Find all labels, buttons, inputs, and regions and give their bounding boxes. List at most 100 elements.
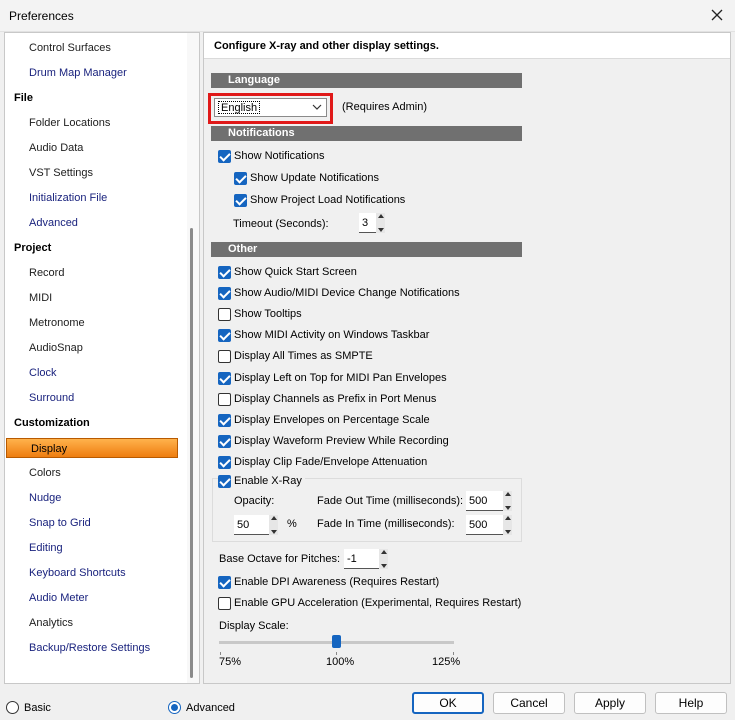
display-left-on-top-for-midi-pan-envelopes-checkbox[interactable]: Display Left on Top for MIDI Pan Envelop… xyxy=(218,370,447,386)
nav-item-metronome[interactable]: Metronome xyxy=(5,313,185,333)
nav-item-folder-locations[interactable]: Folder Locations xyxy=(5,113,185,133)
show-update-notifications-label: Show Update Notifications xyxy=(250,172,380,184)
opacity-spinner[interactable]: 50 xyxy=(234,515,278,535)
section-language: Language xyxy=(211,73,522,88)
basic-mode-label: Basic xyxy=(24,701,51,714)
nav-item-drum-map-manager[interactable]: Drum Map Manager xyxy=(5,63,185,83)
display-all-times-as-smpte-checkbox[interactable]: Display All Times as SMPTE xyxy=(218,348,373,364)
nav-item-nudge[interactable]: Nudge xyxy=(5,488,185,508)
fade-out-spinner[interactable]: 500 xyxy=(466,491,512,511)
opacity-value: 50 xyxy=(234,515,269,535)
nav-item-audiosnap[interactable]: AudioSnap xyxy=(5,338,185,358)
nav-category-customization[interactable]: Customization xyxy=(5,413,185,433)
close-icon[interactable] xyxy=(707,5,727,25)
display-left-on-top-for-midi-pan-envelopes-label: Display Left on Top for MIDI Pan Envelop… xyxy=(234,372,447,384)
timeout-spinner[interactable]: 3 xyxy=(359,213,385,233)
nav-category-file[interactable]: File xyxy=(5,88,185,108)
fade-in-label: Fade In Time (milliseconds): xyxy=(317,518,455,530)
nav-item-vst-settings[interactable]: VST Settings xyxy=(5,163,185,183)
apply-button[interactable]: Apply xyxy=(574,692,646,714)
ok-button[interactable]: OK xyxy=(412,692,484,714)
language-selected-value: English xyxy=(218,101,261,114)
language-select[interactable]: English xyxy=(214,98,327,117)
nav-item-analytics[interactable]: Analytics xyxy=(5,613,185,633)
show-midi-activity-on-windows-taskbar-label: Show MIDI Activity on Windows Taskbar xyxy=(234,329,430,341)
display-envelopes-on-percentage-scale-label: Display Envelopes on Percentage Scale xyxy=(234,414,430,426)
cancel-button[interactable]: Cancel xyxy=(493,692,565,714)
panel-header: Configure X-ray and other display settin… xyxy=(204,33,730,59)
basic-mode-radio[interactable]: Basic xyxy=(6,701,51,714)
checkbox-box xyxy=(218,434,231,448)
section-notifications: Notifications xyxy=(211,126,522,141)
help-button[interactable]: Help xyxy=(655,692,727,714)
display-scale-thumb[interactable] xyxy=(332,635,341,648)
nav-category-project[interactable]: Project xyxy=(5,238,185,258)
display-all-times-as-smpte-label: Display All Times as SMPTE xyxy=(234,350,373,362)
checkbox-box xyxy=(218,307,231,321)
scale-max-label: 125% xyxy=(432,656,461,668)
nav-item-snap-to-grid[interactable]: Snap to Grid xyxy=(5,513,185,533)
display-channels-as-prefix-in-port-menus-checkbox[interactable]: Display Channels as Prefix in Port Menus xyxy=(218,391,436,407)
display-waveform-preview-while-recording-checkbox[interactable]: Display Waveform Preview While Recording xyxy=(218,433,449,449)
show-midi-activity-on-windows-taskbar-checkbox[interactable]: Show MIDI Activity on Windows Taskbar xyxy=(218,327,429,343)
enable-dpi-awareness-checkbox[interactable]: Enable DPI Awareness (Requires Restart) xyxy=(218,574,439,590)
spinner-arrows-icon[interactable] xyxy=(503,515,512,535)
nav-item-backup-restore-settings[interactable]: Backup/Restore Settings xyxy=(5,638,185,658)
advanced-mode-radio[interactable]: Advanced xyxy=(168,701,235,714)
radio-dot xyxy=(168,701,181,714)
fade-in-spinner[interactable]: 500 xyxy=(466,515,512,535)
show-tooltips-checkbox[interactable]: Show Tooltips xyxy=(218,306,302,322)
nav-item-clock[interactable]: Clock xyxy=(5,363,185,383)
opacity-unit: % xyxy=(287,518,297,530)
nav-item-midi[interactable]: MIDI xyxy=(5,288,185,308)
nav-item-record[interactable]: Record xyxy=(5,263,185,283)
window-title: Preferences xyxy=(9,9,74,23)
display-clip-fade-envelope-attenuation-checkbox[interactable]: Display Clip Fade/Envelope Attenuation xyxy=(218,454,427,470)
nav-item-audio-meter[interactable]: Audio Meter xyxy=(5,588,185,608)
show-notifications-checkbox[interactable]: Show Notifications xyxy=(218,148,325,164)
checkbox-box xyxy=(218,392,231,406)
enable-xray-checkbox[interactable]: Enable X-Ray xyxy=(218,473,305,489)
nav-item-initialization-file[interactable]: Initialization File xyxy=(5,188,185,208)
checkbox-box xyxy=(218,371,231,385)
display-clip-fade-envelope-attenuation-label: Display Clip Fade/Envelope Attenuation xyxy=(234,456,428,468)
spinner-arrows-icon[interactable] xyxy=(269,515,278,535)
enable-gpu-acceleration-checkbox[interactable]: Enable GPU Acceleration (Experimental, R… xyxy=(218,595,521,611)
checkbox-box xyxy=(234,171,247,185)
timeout-label: Timeout (Seconds): xyxy=(233,218,329,230)
scale-min-label: 75% xyxy=(219,656,242,668)
checkbox-box xyxy=(234,193,247,207)
checkbox-box xyxy=(218,149,231,163)
show-project-load-notifications-checkbox[interactable]: Show Project Load Notifications xyxy=(234,192,405,208)
timeout-value: 3 xyxy=(359,213,376,233)
nav-item-audio-data[interactable]: Audio Data xyxy=(5,138,185,158)
nav-item-advanced[interactable]: Advanced xyxy=(5,213,185,233)
spinner-arrows-icon[interactable] xyxy=(503,491,512,511)
opacity-label: Opacity: xyxy=(234,495,275,507)
show-audio-midi-device-change-notifications-checkbox[interactable]: Show Audio/MIDI Device Change Notificati… xyxy=(218,285,460,301)
nav-scrollbar-thumb[interactable] xyxy=(190,228,193,678)
display-scale-label: Display Scale: xyxy=(219,620,289,632)
nav-item-control-surfaces[interactable]: Control Surfaces xyxy=(5,38,185,58)
nav-scrollbar[interactable] xyxy=(187,33,199,683)
section-other: Other xyxy=(211,242,522,257)
scale-mid-label: 100% xyxy=(326,656,355,668)
show-audio-midi-device-change-notifications-label: Show Audio/MIDI Device Change Notificati… xyxy=(234,287,460,299)
nav-item-editing[interactable]: Editing xyxy=(5,538,185,558)
nav-item-surround[interactable]: Surround xyxy=(5,388,185,408)
title-bar: Preferences xyxy=(0,0,735,32)
checkbox-box xyxy=(218,413,231,427)
base-octave-value: -1 xyxy=(344,549,379,569)
nav-item-keyboard-shortcuts[interactable]: Keyboard Shortcuts xyxy=(5,563,185,583)
base-octave-spinner[interactable]: -1 xyxy=(344,549,388,569)
show-project-load-notifications-label: Show Project Load Notifications xyxy=(250,194,406,206)
display-envelopes-on-percentage-scale-checkbox[interactable]: Display Envelopes on Percentage Scale xyxy=(218,412,430,428)
nav-item-colors[interactable]: Colors xyxy=(5,463,185,483)
fade-out-label: Fade Out Time (milliseconds): xyxy=(317,495,464,507)
show-update-notifications-checkbox[interactable]: Show Update Notifications xyxy=(234,170,379,186)
spinner-arrows-icon[interactable] xyxy=(376,213,385,233)
nav-item-display[interactable]: Display xyxy=(6,438,178,458)
spinner-arrows-icon[interactable] xyxy=(379,549,388,569)
show-quick-start-screen-checkbox[interactable]: Show Quick Start Screen xyxy=(218,264,357,280)
show-tooltips-label: Show Tooltips xyxy=(234,308,302,320)
